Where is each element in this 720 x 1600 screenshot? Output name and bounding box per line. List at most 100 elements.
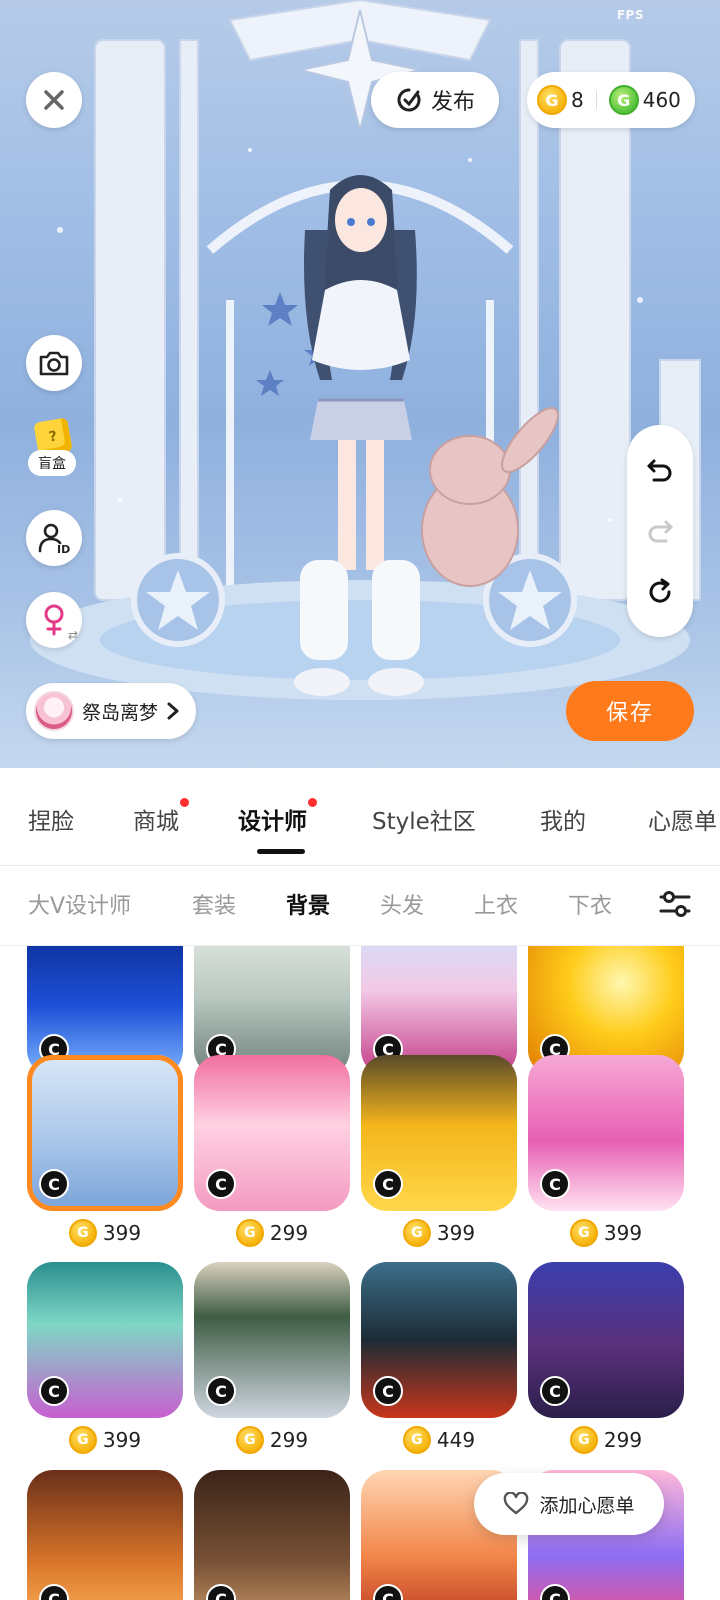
gold-coin-icon: G (569, 1219, 598, 1247)
category-tab-bottom[interactable]: 下衣 (568, 888, 612, 920)
add-wishlist-button[interactable]: 添加心愿单 (474, 1473, 664, 1535)
close-icon (44, 90, 64, 110)
chevron-right-icon (167, 702, 179, 720)
creator-badge-icon: C (373, 1584, 403, 1600)
item-price: G 449 (361, 1426, 517, 1454)
filter-icon[interactable] (655, 884, 695, 924)
item-price: G399 (361, 1219, 517, 1247)
designer-profile[interactable]: 祭岛离梦 (26, 683, 196, 739)
tab-label: 我的 (540, 809, 586, 835)
creator-badge-icon: C (39, 1584, 69, 1600)
gold-coin-icon: G (68, 1426, 97, 1454)
creator-badge-icon: C (206, 1584, 236, 1600)
item-thumbnail[interactable]: C (361, 1055, 517, 1211)
creator-badge-icon: C (373, 1376, 403, 1406)
price-value: 299 (603, 1428, 643, 1452)
tab-label: 设计师 (238, 809, 307, 835)
swap-icon: ⇄ (67, 628, 78, 642)
item-thumbnail[interactable]: C (27, 1262, 183, 1418)
undo-icon[interactable] (645, 455, 675, 485)
tab-label: 心愿单 (648, 809, 717, 835)
item-thumbnail[interactable]: C (194, 1470, 350, 1600)
camera-button[interactable] (26, 335, 82, 391)
active-tab-indicator (257, 849, 305, 854)
creator-badge-icon: C (39, 1169, 69, 1199)
camera-icon (39, 351, 69, 376)
category-tab-hair[interactable]: 头发 (380, 888, 424, 920)
background-item-card[interactable]: C G399 (528, 1055, 684, 1247)
category-tab-background[interactable]: 背景 (286, 888, 330, 920)
avatar-id-button[interactable]: ID (26, 510, 82, 566)
item-thumbnail[interactable]: C (528, 1262, 684, 1418)
creator-badge-icon: C (540, 1169, 570, 1199)
publish-label: 发布 (430, 90, 475, 115)
heart-icon (504, 1492, 529, 1515)
blindbox-button[interactable]: ? 盲盒 (28, 417, 86, 484)
gold-coin-icon: G (569, 1426, 598, 1454)
price-value: 299 (269, 1221, 309, 1245)
creator-badge-icon: C (540, 1376, 570, 1406)
category-tab-big-v-designer[interactable]: 大V设计师 (28, 888, 131, 920)
green-coin-icon: G (608, 85, 639, 115)
avatar (34, 691, 74, 731)
category-tab-bar: 大V设计师 套装 背景 头发 上衣 下衣 (0, 866, 720, 946)
green-coin-count: 460 (642, 88, 681, 112)
item-thumbnail[interactable]: C (27, 1055, 183, 1211)
reset-icon[interactable] (645, 577, 675, 607)
gold-coin-icon: G (235, 1219, 264, 1247)
item-price: G 299 (194, 1426, 350, 1454)
item-thumbnail[interactable]: C (194, 1262, 350, 1418)
tab-shop[interactable]: 商城 (133, 798, 189, 836)
background-item-card[interactable]: C G 299 (528, 1262, 684, 1454)
background-item-card[interactable]: C G399 (361, 1055, 517, 1247)
creator-badge-icon: C (373, 1169, 403, 1199)
gender-switch-button[interactable]: ⇄ (26, 592, 82, 648)
item-thumbnail[interactable]: C (27, 1470, 183, 1600)
item-price: G399 (528, 1219, 684, 1247)
gold-coin-icon: G (235, 1426, 264, 1454)
user-id-icon: ID (38, 523, 70, 555)
avatar-scene: FPS 发布 G 8 G 460 ? 盲盒 ID ⇄ 祭岛离梦 保存 (0, 0, 720, 768)
blindbox-label: 盲盒 (28, 450, 76, 476)
main-tab-bar: 捏脸 商城 设计师 Style社区 我的 心愿单 (0, 768, 720, 866)
currency-balance[interactable]: G 8 G 460 (527, 72, 695, 128)
history-controls (627, 425, 693, 637)
price-value: 399 (102, 1428, 142, 1452)
category-tab-top[interactable]: 上衣 (474, 888, 518, 920)
item-price: G399 (27, 1219, 183, 1247)
background-item-card[interactable]: C (27, 1470, 183, 1600)
tab-face[interactable]: 捏脸 (28, 802, 74, 836)
item-thumbnail[interactable]: C (361, 1262, 517, 1418)
gold-coin-icon: G (68, 1219, 97, 1247)
tab-style-community[interactable]: Style社区 (372, 802, 476, 836)
background-item-card[interactable]: CG399 (27, 1055, 183, 1247)
background-item-card[interactable]: C (194, 1470, 350, 1600)
background-item-card[interactable]: C G 299 (194, 1262, 350, 1454)
publish-icon (397, 88, 421, 112)
background-item-card[interactable]: CG399 (27, 1262, 183, 1454)
female-icon (44, 604, 64, 636)
price-value: 299 (269, 1428, 309, 1452)
tab-designer[interactable]: 设计师 (238, 798, 317, 836)
item-thumbnail[interactable]: C (528, 1055, 684, 1211)
tab-label: 捏脸 (28, 809, 74, 835)
close-button[interactable] (26, 72, 82, 128)
add-wishlist-label: 添加心愿单 (539, 1494, 635, 1517)
item-thumbnail[interactable]: C (194, 1055, 350, 1211)
creator-badge-icon: C (206, 1169, 236, 1199)
price-value: 399 (102, 1221, 142, 1245)
creator-badge-icon: C (39, 1376, 69, 1406)
item-price: G 299 (194, 1219, 350, 1247)
save-button[interactable]: 保存 (566, 681, 694, 741)
tab-wishlist[interactable]: 心愿单 (648, 802, 717, 836)
background-item-card[interactable]: C G 449 (361, 1262, 517, 1454)
redo-icon[interactable] (645, 516, 675, 546)
category-tab-set[interactable]: 套装 (192, 888, 236, 920)
fps-indicator: FPS (616, 8, 644, 22)
background-item-card[interactable]: C G 299 (194, 1055, 350, 1247)
notification-dot (308, 798, 317, 807)
item-price: G399 (27, 1426, 183, 1454)
publish-button[interactable]: 发布 (371, 72, 499, 128)
tab-mine[interactable]: 我的 (540, 802, 586, 836)
svg-text:ID: ID (57, 543, 70, 555)
